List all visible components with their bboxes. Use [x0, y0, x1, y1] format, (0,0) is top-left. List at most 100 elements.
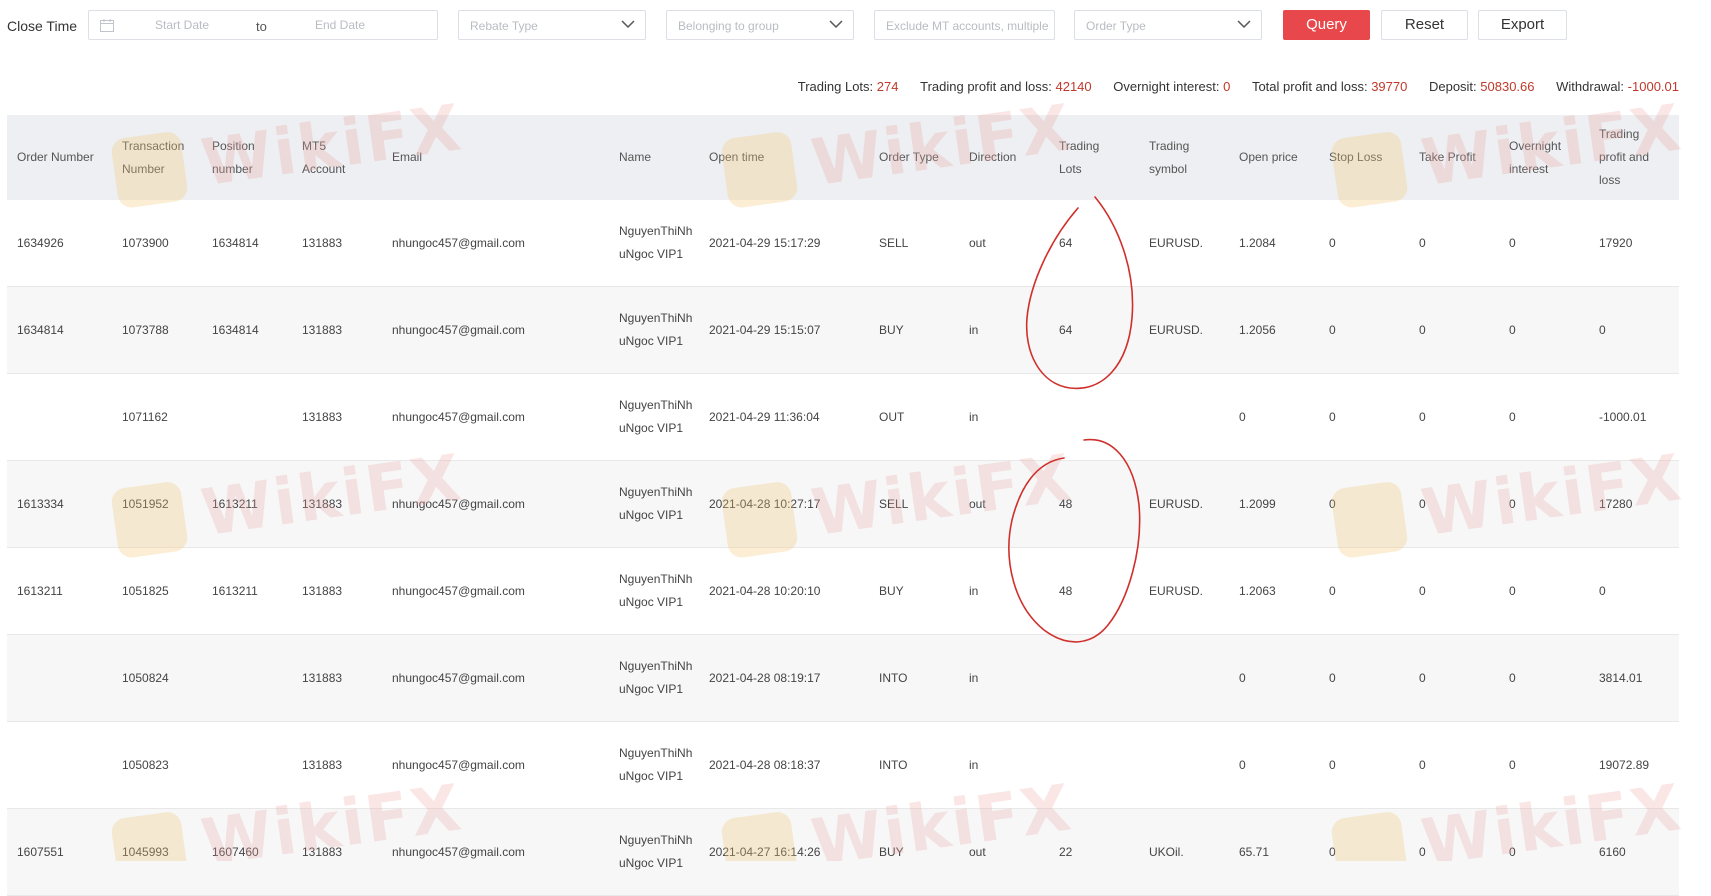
cell-trading-pnl: 6160 [1599, 845, 1626, 859]
query-button[interactable]: Query [1283, 10, 1370, 40]
table-row[interactable]: 1613211 1051825 1613211 131883 nhungoc457@gm… [7, 548, 1679, 635]
cell-name: NguyenThiNhuNgoc VIP1 [619, 746, 693, 783]
rebate-type-placeholder: Rebate Type [470, 19, 538, 33]
table-row[interactable]: 1613334 1051952 1613211 131883 nhungoc457@gm… [7, 461, 1679, 548]
column-header-position-number: Position number [212, 138, 255, 176]
cell-mt5-account: 131883 [302, 845, 343, 859]
table-row[interactable]: 1634814 1073788 1634814 131883 nhungoc457@gm… [7, 287, 1679, 374]
date-range-picker[interactable]: Start Date to End Date [88, 10, 438, 40]
rebate-type-select[interactable]: Rebate Type [458, 10, 646, 40]
cell-order-type: SELL [879, 236, 909, 250]
cell-mt5-account: 131883 [302, 410, 343, 424]
column-header-order-number: Order Number [17, 150, 94, 164]
cell-name: NguyenThiNhuNgoc VIP1 [619, 659, 693, 696]
summary-deposit: Deposit: 50830.66 [1428, 79, 1535, 94]
cell-order-type: OUT [879, 410, 905, 424]
table-row[interactable]: 1050823 131883 nhungoc457@gmail.com NguyenT… [7, 722, 1679, 809]
cell-open-price: 1.2084 [1239, 236, 1276, 250]
column-header-order-type: Order Type [879, 150, 939, 164]
cell-trading-pnl: 3814.01 [1599, 671, 1643, 685]
table-row[interactable]: 1071162 131883 nhungoc457@gmail.com NguyenT… [7, 374, 1679, 461]
cell-email: nhungoc457@gmail.com [392, 410, 525, 424]
column-header-name: Name [619, 150, 652, 164]
order-type-select[interactable]: Order Type [1074, 10, 1262, 40]
cell-mt5-account: 131883 [302, 671, 343, 685]
cell-transaction-number: 1045993 [122, 845, 169, 859]
export-button[interactable]: Export [1478, 10, 1567, 40]
column-header-overnight-interest: Overnight interest [1509, 138, 1562, 176]
cell-position-number: 1613211 [212, 497, 258, 511]
cell-overnight-interest: 0 [1509, 323, 1516, 337]
start-date-input[interactable]: Start Date [155, 18, 255, 32]
column-header-trading-lots: Trading Lots [1059, 138, 1100, 176]
cell-trading-lots: 22 [1059, 845, 1073, 859]
cell-open-time: 2021-04-29 15:15:07 [709, 323, 821, 337]
cell-overnight-interest: 0 [1509, 497, 1516, 511]
orders-table: Order Number Transaction Number Position n… [7, 115, 1679, 896]
cell-take-profit: 0 [1419, 323, 1426, 337]
cell-take-profit: 0 [1419, 584, 1426, 598]
column-header-trading-pnl: Trading profit and loss [1599, 127, 1650, 187]
cell-transaction-number: 1071162 [122, 410, 168, 424]
cell-mt5-account: 131883 [302, 497, 343, 511]
reset-button[interactable]: Reset [1381, 10, 1468, 40]
cell-trading-symbol: EURUSD. [1149, 497, 1204, 511]
cell-open-time: 2021-04-28 10:27:17 [709, 497, 821, 511]
cell-take-profit: 0 [1419, 497, 1426, 511]
table-row[interactable]: 1634926 1073900 1634814 131883 nhungoc457@gm… [7, 200, 1679, 287]
column-header-take-profit: Take Profit [1419, 150, 1476, 164]
cell-transaction-number: 1073788 [122, 323, 169, 337]
table-row[interactable]: 1050824 131883 nhungoc457@gmail.com NguyenT… [7, 635, 1679, 722]
cell-trading-symbol: EURUSD. [1149, 323, 1204, 337]
cell-email: nhungoc457@gmail.com [392, 845, 525, 859]
table-row[interactable]: 1607551 1045993 1607460 131883 nhungoc457@gm… [7, 809, 1679, 896]
cell-direction: out [969, 236, 986, 250]
summary-withdrawal: Withdrawal: -1000.01 [1556, 79, 1679, 94]
cell-order-number: 1613211 [17, 584, 63, 598]
cell-mt5-account: 131883 [302, 584, 343, 598]
exclude-accounts-placeholder: Exclude MT accounts, multiple [886, 19, 1049, 33]
close-time-label: Close Time [7, 18, 78, 34]
table-header: Order Number Transaction Number Position n… [7, 115, 1679, 200]
cell-open-time: 2021-04-28 08:18:37 [709, 758, 821, 772]
cell-take-profit: 0 [1419, 845, 1426, 859]
chevron-down-icon [1237, 20, 1251, 29]
group-select[interactable]: Belonging to group [666, 10, 854, 40]
column-header-open-price: Open price [1239, 150, 1298, 164]
cell-trading-pnl: 17920 [1599, 236, 1633, 250]
cell-open-price: 1.2056 [1239, 323, 1276, 337]
cell-open-price: 0 [1239, 410, 1246, 424]
summary-trading-lots: Trading Lots: 274 [797, 79, 899, 94]
cell-take-profit: 0 [1419, 671, 1426, 685]
cell-open-price: 1.2099 [1239, 497, 1276, 511]
table-body: 1634926 1073900 1634814 131883 nhungoc457@gm… [7, 200, 1679, 896]
cell-order-type: INTO [879, 671, 908, 685]
cell-name: NguyenThiNhuNgoc VIP1 [619, 485, 693, 522]
cell-trading-pnl: 17280 [1599, 497, 1633, 511]
cell-trading-lots: 64 [1059, 323, 1073, 337]
cell-direction: in [969, 758, 979, 772]
cell-name: NguyenThiNhuNgoc VIP1 [619, 311, 693, 348]
cell-open-time: 2021-04-29 15:17:29 [709, 236, 821, 250]
cell-direction: out [969, 845, 986, 859]
cell-stop-loss: 0 [1329, 671, 1336, 685]
cell-position-number: 1634814 [212, 323, 259, 337]
cell-direction: out [969, 497, 986, 511]
cell-overnight-interest: 0 [1509, 845, 1516, 859]
cell-open-time: 2021-04-28 08:19:17 [709, 671, 821, 685]
cell-email: nhungoc457@gmail.com [392, 584, 525, 598]
cell-position-number: 1607460 [212, 845, 259, 859]
cell-order-type: INTO [879, 758, 908, 772]
cell-overnight-interest: 0 [1509, 584, 1516, 598]
cell-name: NguyenThiNhuNgoc VIP1 [619, 572, 693, 609]
cell-order-type: BUY [879, 845, 904, 859]
cell-order-type: BUY [879, 323, 904, 337]
cell-open-price: 0 [1239, 671, 1246, 685]
exclude-accounts-input[interactable]: Exclude MT accounts, multiple [874, 10, 1055, 40]
cell-email: nhungoc457@gmail.com [392, 671, 525, 685]
column-header-transaction-number: Transaction Number [122, 138, 185, 176]
cell-stop-loss: 0 [1329, 584, 1336, 598]
end-date-input[interactable]: End Date [315, 18, 415, 32]
cell-stop-loss: 0 [1329, 236, 1336, 250]
cell-name: NguyenThiNhuNgoc VIP1 [619, 833, 693, 870]
